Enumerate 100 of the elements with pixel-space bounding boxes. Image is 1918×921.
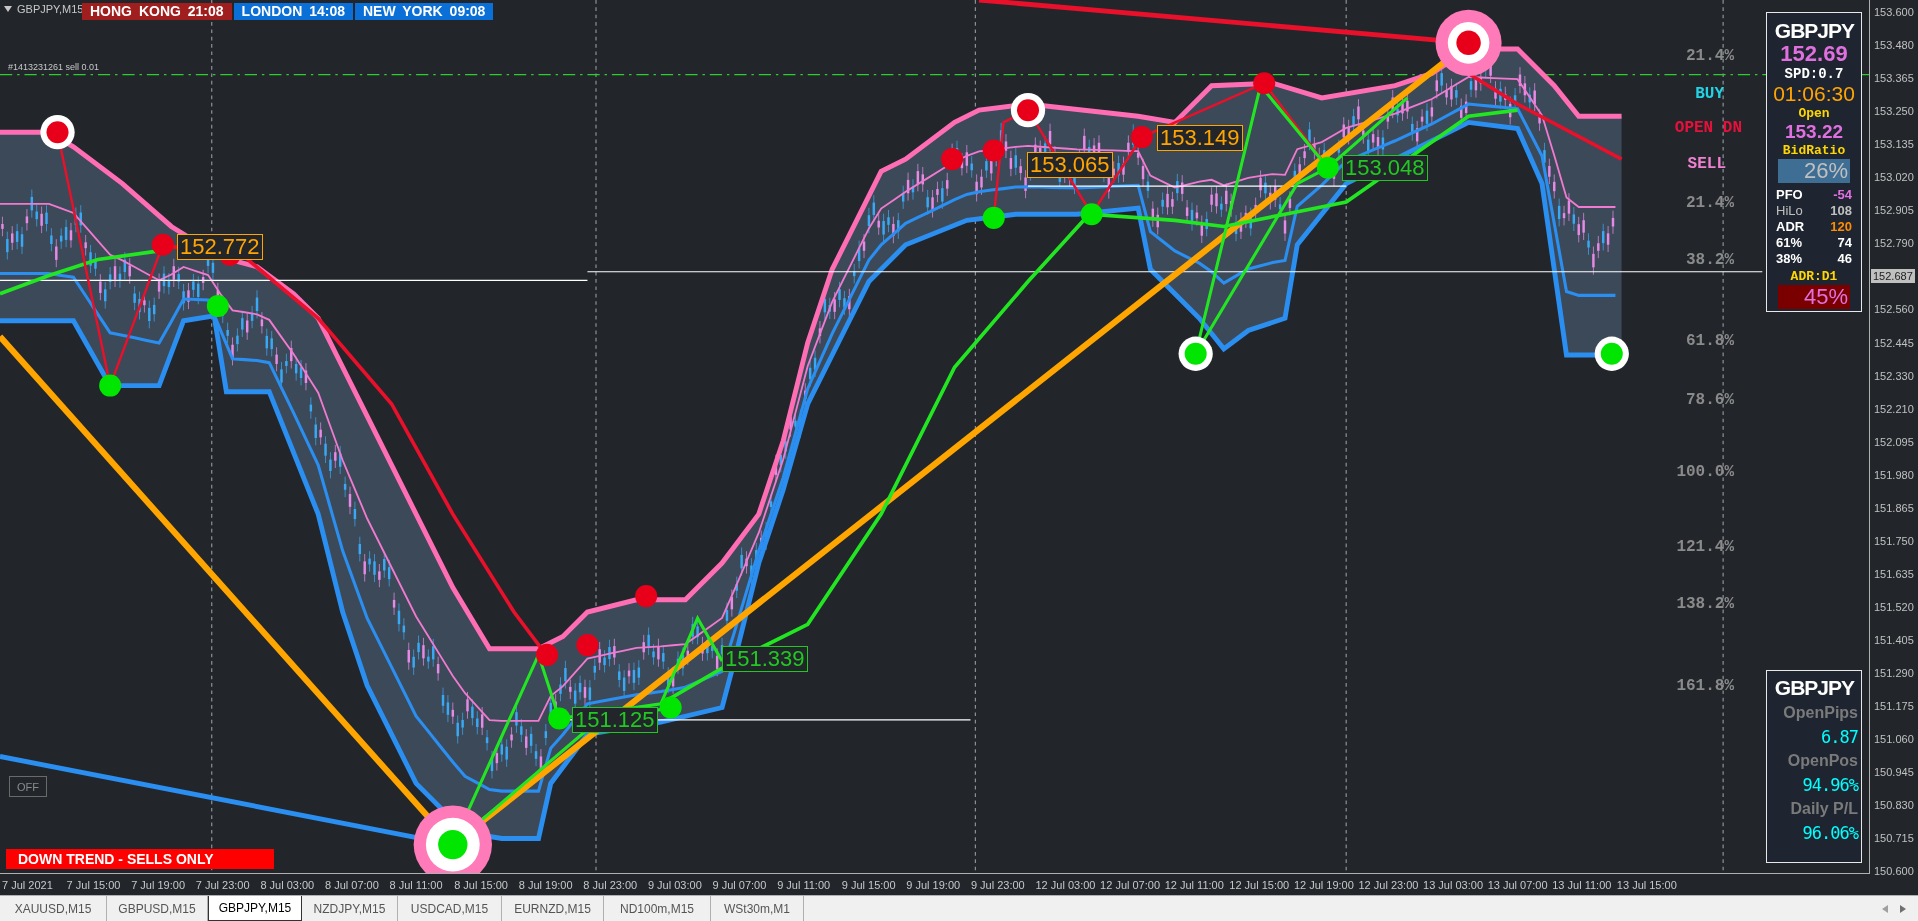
- swing-point-marker: [40, 115, 75, 150]
- price-label: 153.065: [1027, 152, 1113, 178]
- swing-point-marker: [1178, 336, 1213, 371]
- time-tick: 12 Jul 11:00: [1164, 878, 1225, 893]
- scroll-left-icon[interactable]: [1882, 904, 1888, 913]
- signal-dot: [635, 585, 658, 608]
- price-tick: 151.865: [1874, 500, 1914, 515]
- spread-value: SPD:0.7: [1784, 65, 1844, 83]
- price-tick: 150.945: [1874, 765, 1914, 780]
- fibonacci-level-label: 21.4%: [1686, 46, 1734, 66]
- fibonacci-level-label: BUY: [1695, 84, 1724, 104]
- signal-dot: [1080, 203, 1103, 226]
- fibonacci-level-label: 21.4%: [1686, 193, 1734, 213]
- stat-value: 46: [1837, 251, 1852, 267]
- time-tick: 13 Jul 07:00: [1487, 878, 1549, 893]
- price-tick: 151.290: [1874, 666, 1914, 680]
- time-tick: 9 Jul 23:00: [970, 878, 1026, 893]
- price-tick: 152.095: [1874, 434, 1914, 449]
- countdown-timer: 01:06:30: [1773, 83, 1855, 105]
- swing-point-marker: [1594, 336, 1629, 371]
- open-price: 153.22: [1784, 122, 1844, 142]
- bid-ratio-label: BidRatio: [1782, 142, 1846, 159]
- price-tick: 150.600: [1874, 864, 1914, 879]
- fibonacci-level-label: 121.4%: [1676, 537, 1734, 557]
- price-tick: 152.445: [1874, 335, 1914, 350]
- time-tick: 9 Jul 19:00: [906, 878, 962, 893]
- time-tick: 12 Jul 03:00: [1035, 878, 1097, 893]
- off-button[interactable]: OFF: [9, 776, 47, 797]
- price-tick: 152.560: [1874, 302, 1914, 317]
- scroll-right-icon[interactable]: [1900, 904, 1906, 913]
- time-tick: 13 Jul 11:00: [1552, 878, 1613, 893]
- signal-dot: [1253, 72, 1276, 95]
- signal-dot: [576, 634, 599, 657]
- position-value: 6.87: [1821, 726, 1858, 748]
- signal-dot: [206, 295, 229, 318]
- price-label: 151.125: [572, 707, 658, 733]
- stat-label: PFO: [1776, 187, 1803, 203]
- price-tick: 153.600: [1874, 5, 1914, 19]
- price-tick: 151.635: [1874, 566, 1914, 581]
- fibonacci-level-label: 161.8%: [1676, 676, 1734, 696]
- current-price-tag: 152.687: [1871, 269, 1915, 284]
- time-tick: 9 Jul 15:00: [841, 878, 897, 893]
- symbol-title: GBPJPY: [1774, 19, 1856, 43]
- price-label: 151.339: [722, 646, 808, 672]
- fibonacci-level-label: 38.2%: [1686, 250, 1734, 270]
- price-tick: 153.020: [1874, 170, 1914, 185]
- price-tick: 151.060: [1874, 732, 1914, 747]
- stat-label: 38%: [1776, 251, 1803, 267]
- price-tick: 152.210: [1874, 401, 1914, 416]
- price-label: 153.149: [1157, 125, 1243, 151]
- price-tick: 151.980: [1874, 467, 1914, 482]
- price-tick: 153.250: [1874, 104, 1914, 119]
- time-tick: 8 Jul 15:00: [454, 878, 509, 893]
- time-tick: 7 Jul 15:00: [66, 878, 122, 893]
- session-clock: NEW YORK 09:08: [354, 3, 494, 20]
- time-tick: 12 Jul 07:00: [1100, 878, 1162, 893]
- signal-dot: [99, 374, 122, 397]
- time-tick: 7 Jul 2021: [2, 878, 54, 893]
- target-marker: [1435, 9, 1502, 76]
- time-tick: 13 Jul 15:00: [1616, 878, 1678, 893]
- price-tick: 150.830: [1874, 798, 1914, 813]
- time-tick: 9 Jul 11:00: [777, 878, 832, 893]
- price-tick: 152.330: [1874, 368, 1914, 383]
- stat-label: HiLo: [1776, 203, 1803, 219]
- position-value: 94.96%: [1802, 774, 1858, 796]
- price-tick: 151.520: [1874, 599, 1914, 614]
- stat-value: -54: [1833, 187, 1852, 203]
- order-label: #1413231261 sell 0.01: [8, 62, 100, 72]
- fibonacci-level-label: 61.8%: [1686, 331, 1734, 351]
- adr-percent: 45%: [1778, 285, 1850, 309]
- price-tick: 151.405: [1874, 632, 1914, 647]
- price-tick: 150.715: [1874, 831, 1914, 846]
- signal-dot: [659, 696, 682, 719]
- symbol-title: GBPJPY: [1774, 676, 1856, 700]
- signal-dot: [548, 707, 571, 730]
- fibonacci-level-label: 78.6%: [1686, 390, 1734, 410]
- dropdown-icon[interactable]: [4, 6, 12, 12]
- stat-value: 120: [1830, 219, 1852, 235]
- symbol-tab[interactable]: GBPJPY,M15: [208, 896, 302, 921]
- signal-dot: [982, 206, 1005, 229]
- signal-dot: [982, 139, 1005, 162]
- stat-label: 61%: [1776, 235, 1803, 251]
- fibonacci-level-label: 138.2%: [1676, 594, 1734, 614]
- signal-dot: [1130, 126, 1153, 149]
- session-clock: LONDON 14:08: [233, 3, 353, 20]
- time-tick: 8 Jul 07:00: [324, 878, 380, 893]
- price-tick: 153.480: [1874, 38, 1914, 53]
- price-label: 152.772: [177, 234, 263, 260]
- position-value: 96.06%: [1802, 822, 1858, 844]
- session-clock: HONG KONG 21:08: [82, 3, 232, 20]
- time-tick: 8 Jul 11:00: [389, 878, 444, 893]
- position-label: OpenPos: [1787, 751, 1858, 771]
- stat-label: ADR: [1776, 219, 1805, 235]
- price-tick: 152.905: [1874, 203, 1914, 218]
- time-tick: 8 Jul 03:00: [260, 878, 316, 893]
- price-tick: 151.175: [1874, 699, 1914, 714]
- time-tick: 7 Jul 23:00: [195, 878, 251, 893]
- signal-dot: [941, 148, 964, 171]
- price-tick: 153.365: [1874, 71, 1914, 86]
- time-tick: 8 Jul 23:00: [583, 878, 639, 893]
